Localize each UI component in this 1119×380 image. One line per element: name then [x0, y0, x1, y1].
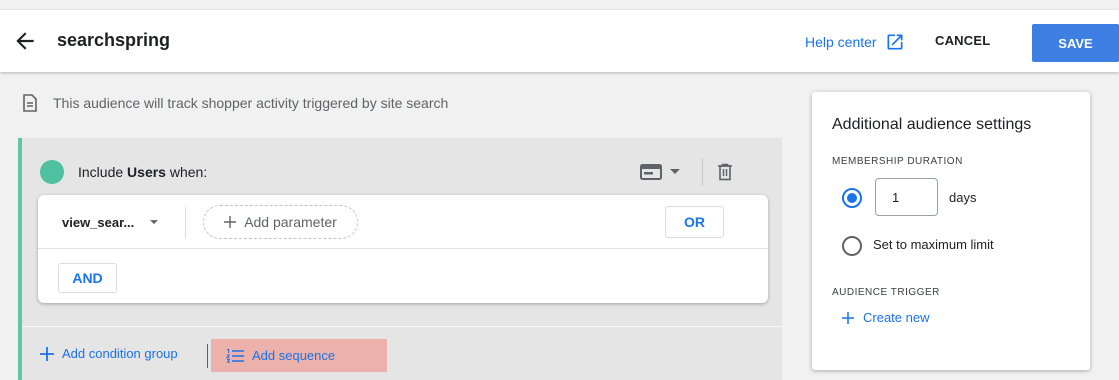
- add-condition-group-label: Add condition group: [62, 346, 178, 361]
- footer-separator: [207, 344, 208, 368]
- plus-icon: [224, 216, 237, 228]
- open-in-new-icon: [887, 34, 903, 50]
- help-center-label: Help center: [805, 34, 877, 50]
- include-statement: Include Users when:: [78, 164, 207, 180]
- tools-divider: [702, 158, 703, 186]
- top-strip: [0, 0, 1119, 10]
- duration-input[interactable]: [875, 178, 938, 216]
- sequence-list-icon: [226, 348, 244, 363]
- condition-group-header: Include Users when:: [40, 160, 207, 184]
- add-parameter-label: Add parameter: [244, 214, 337, 230]
- caret-down-icon: [670, 169, 680, 174]
- event-select[interactable]: view_sear...: [62, 215, 159, 230]
- back-button[interactable]: [12, 28, 38, 54]
- audience-trigger-label: AUDIENCE TRIGGER: [832, 287, 940, 298]
- header-bar: searchspring Help center CANCEL SAVE: [0, 10, 1119, 72]
- document-icon: [23, 94, 37, 112]
- cancel-button[interactable]: CANCEL: [935, 33, 990, 48]
- footer-divider: [22, 326, 782, 327]
- panel-title: Additional audience settings: [832, 116, 1032, 133]
- save-button[interactable]: SAVE: [1032, 24, 1119, 62]
- info-banner: This audience will track shopper activit…: [22, 94, 448, 112]
- duration-days-radio[interactable]: [842, 188, 862, 208]
- create-new-trigger-button[interactable]: Create new: [842, 310, 929, 325]
- condition-group-tools: [640, 158, 733, 186]
- membership-duration-label: MEMBERSHIP DURATION: [832, 156, 963, 167]
- event-name: view_sear...: [62, 215, 135, 230]
- info-text: This audience will track shopper activit…: [53, 95, 449, 111]
- dropdown-caret-icon: [150, 220, 159, 225]
- help-center-link[interactable]: Help center: [805, 32, 905, 52]
- duration-unit: days: [949, 190, 977, 205]
- or-button[interactable]: OR: [665, 206, 724, 238]
- include-prefix: Include: [78, 164, 124, 180]
- trash-icon[interactable]: [717, 163, 733, 181]
- add-parameter-button[interactable]: Add parameter: [203, 205, 358, 239]
- add-condition-group-button[interactable]: Add condition group: [40, 346, 178, 361]
- and-button[interactable]: AND: [58, 263, 117, 293]
- condition-row: view_sear... Add parameter OR: [38, 195, 768, 249]
- row-divider: [185, 207, 186, 239]
- condition-card: view_sear... Add parameter OR AND: [38, 195, 768, 303]
- plus-icon: [842, 311, 854, 324]
- arrow-back-icon: [16, 32, 34, 50]
- max-limit-label: Set to maximum limit: [873, 237, 994, 252]
- scope-menu-button[interactable]: [640, 164, 680, 180]
- audience-settings-panel: Additional audience settings MEMBERSHIP …: [812, 92, 1090, 370]
- plus-icon: [40, 346, 54, 361]
- page-title: searchspring: [57, 30, 171, 50]
- scope-icon: [640, 164, 662, 180]
- add-sequence-button[interactable]: Add sequence: [211, 339, 387, 372]
- group-color-dot: [40, 160, 64, 184]
- create-new-label: Create new: [863, 310, 930, 325]
- condition-group: Include Users when: view_sear... Add par…: [18, 138, 782, 380]
- include-suffix: when:: [169, 164, 208, 180]
- max-limit-radio[interactable]: [842, 236, 862, 256]
- add-sequence-label: Add sequence: [252, 348, 336, 363]
- include-scope-target[interactable]: Users: [127, 164, 166, 180]
